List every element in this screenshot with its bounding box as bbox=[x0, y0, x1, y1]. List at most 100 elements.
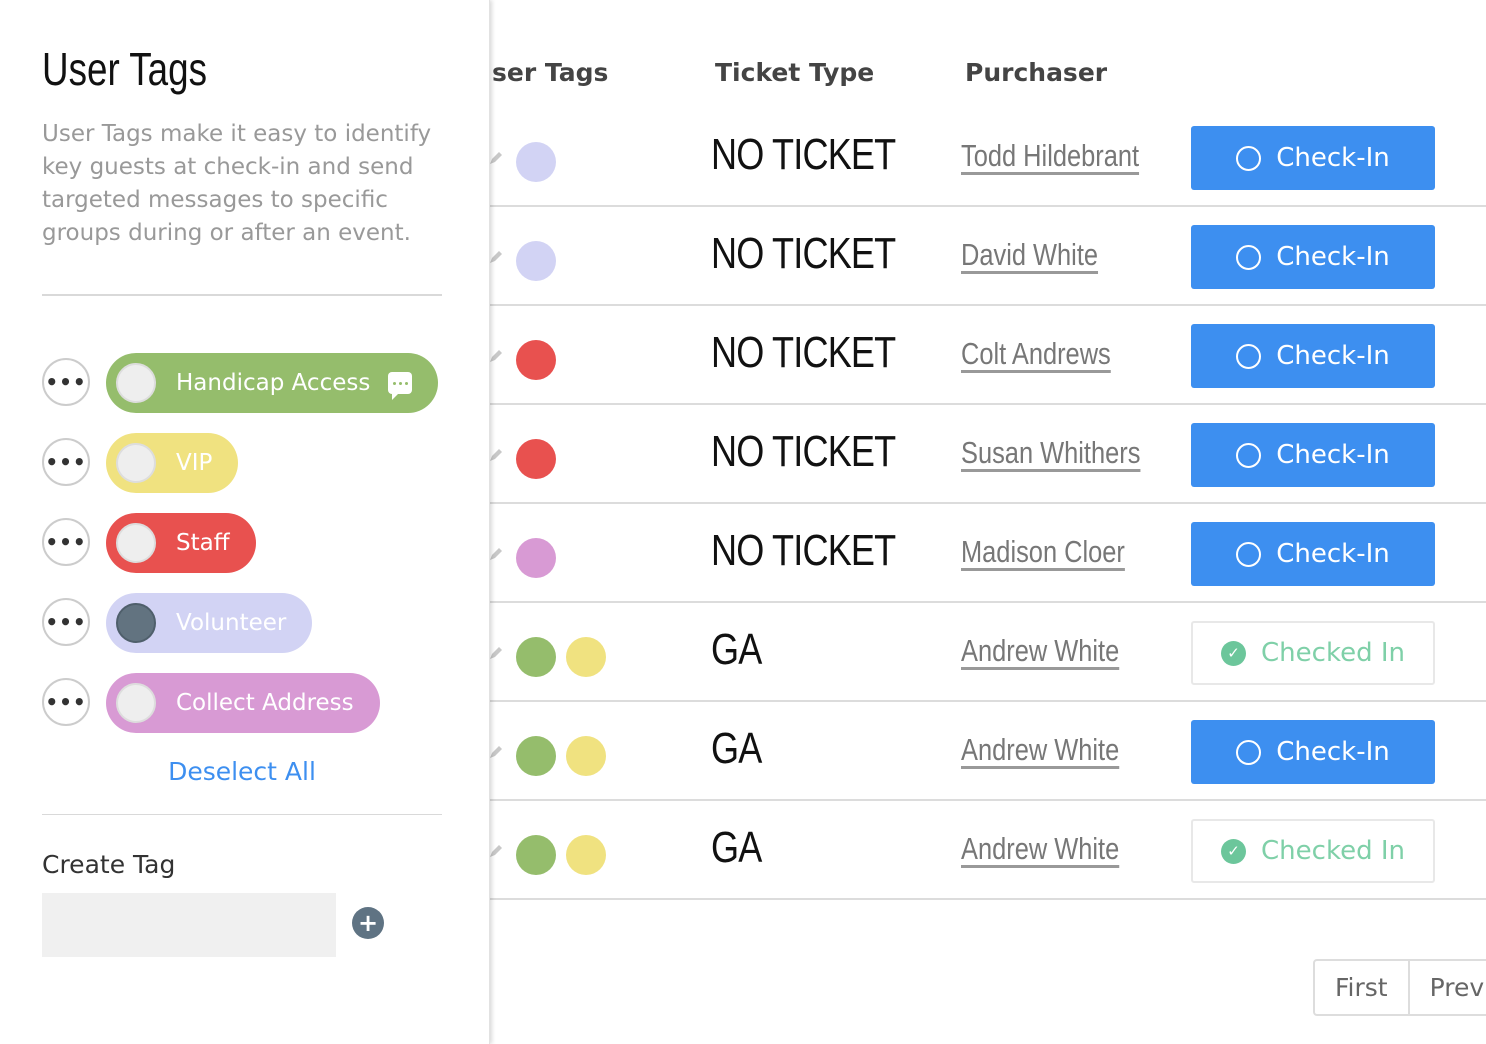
circle-icon bbox=[1236, 145, 1262, 171]
tag-toggle[interactable] bbox=[116, 443, 156, 483]
check-in-label: Check-In bbox=[1276, 143, 1390, 173]
ticket-type: NO TICKET bbox=[711, 328, 896, 377]
previous-page-button[interactable]: Previ bbox=[1410, 961, 1486, 1014]
table-row: NO TICKET Colt Andrews Check-In bbox=[470, 306, 1486, 405]
message-icon[interactable] bbox=[388, 372, 413, 400]
check-in-button[interactable]: Check-In bbox=[1191, 720, 1435, 784]
tag-dot bbox=[516, 241, 556, 281]
user-tags-panel: User Tags User Tags make it easy to iden… bbox=[0, 0, 490, 1044]
check-in-label: Check-In bbox=[1276, 539, 1390, 569]
tag-label: Handicap Access bbox=[176, 370, 371, 396]
pencil-icon[interactable] bbox=[488, 645, 504, 661]
ticket-type: GA bbox=[711, 823, 762, 872]
circle-icon bbox=[1236, 343, 1262, 369]
table-row: NO TICKET Susan Whithers Check-In bbox=[470, 405, 1486, 504]
tag-label: VIP bbox=[176, 450, 213, 476]
table-row: NO TICKET David White Check-In bbox=[470, 207, 1486, 306]
tag-dot bbox=[566, 736, 606, 776]
pencil-icon[interactable] bbox=[488, 150, 504, 166]
pencil-icon[interactable] bbox=[488, 447, 504, 463]
purchaser-link[interactable]: Andrew White bbox=[961, 831, 1119, 867]
tag-toggle[interactable] bbox=[116, 523, 156, 563]
ticket-type: NO TICKET bbox=[711, 427, 896, 476]
tag-label: Collect Address bbox=[176, 690, 354, 716]
tag-pill[interactable]: Collect Address bbox=[106, 673, 380, 733]
panel-description: User Tags make it easy to identify key g… bbox=[42, 121, 432, 246]
check-in-label: Check-In bbox=[1276, 737, 1390, 767]
pagination: First Previ bbox=[1313, 959, 1486, 1016]
tag-label: Volunteer bbox=[176, 610, 287, 636]
tag-dot bbox=[566, 835, 606, 875]
ticket-type: NO TICKET bbox=[711, 229, 896, 278]
check-in-button[interactable]: Check-In bbox=[1191, 324, 1435, 388]
column-header-user-tags[interactable]: ser Tags bbox=[492, 58, 608, 87]
purchaser-link[interactable]: Susan Whithers bbox=[961, 435, 1140, 471]
check-in-label: Check-In bbox=[1276, 341, 1390, 371]
pencil-icon[interactable] bbox=[488, 744, 504, 760]
plus-icon[interactable]: + bbox=[352, 907, 384, 939]
ticket-type: GA bbox=[711, 724, 762, 773]
tag-label: Staff bbox=[176, 530, 230, 556]
panel-title: User Tags bbox=[42, 43, 207, 95]
tag-pill[interactable]: VIP bbox=[106, 433, 239, 493]
tag-dot bbox=[516, 142, 556, 182]
tag-toggle[interactable] bbox=[116, 603, 156, 643]
circle-icon bbox=[1236, 739, 1262, 765]
table-row: NO TICKET Madison Cloer Check-In bbox=[470, 504, 1486, 603]
first-page-button[interactable]: First bbox=[1315, 961, 1410, 1014]
more-options-icon[interactable]: ••• bbox=[42, 678, 90, 726]
tag-toggle[interactable] bbox=[116, 363, 156, 403]
more-options-icon[interactable]: ••• bbox=[42, 598, 90, 646]
tag-pill[interactable]: Volunteer bbox=[106, 593, 313, 653]
pencil-icon[interactable] bbox=[488, 546, 504, 562]
check-in-button[interactable]: Check-In bbox=[1191, 126, 1435, 190]
tag-dot bbox=[516, 637, 556, 677]
divider bbox=[42, 294, 442, 296]
tag-toggle[interactable] bbox=[116, 683, 156, 723]
purchaser-link[interactable]: Madison Cloer bbox=[961, 534, 1125, 570]
pencil-icon[interactable] bbox=[488, 249, 504, 265]
column-header-purchaser[interactable]: Purchaser bbox=[965, 58, 1107, 87]
purchaser-link[interactable]: Andrew White bbox=[961, 633, 1119, 669]
check-circle-icon: ✓ bbox=[1221, 838, 1247, 864]
ticket-type: NO TICKET bbox=[711, 526, 896, 575]
create-tag-label: Create Tag bbox=[42, 850, 176, 879]
purchaser-link[interactable]: Todd Hildebrant bbox=[961, 138, 1139, 174]
circle-icon bbox=[1236, 244, 1262, 270]
tag-dot bbox=[516, 736, 556, 776]
check-in-label: Check-In bbox=[1276, 440, 1390, 470]
check-in-button[interactable]: Check-In bbox=[1191, 423, 1435, 487]
tag-dot bbox=[516, 340, 556, 380]
purchaser-link[interactable]: Andrew White bbox=[961, 732, 1119, 768]
more-options-icon[interactable]: ••• bbox=[42, 358, 90, 406]
check-in-label: Check-In bbox=[1276, 242, 1390, 272]
column-header-ticket-type[interactable]: Ticket Type bbox=[715, 58, 874, 87]
deselect-all-link[interactable]: Deselect All bbox=[42, 757, 442, 786]
purchaser-link[interactable]: Colt Andrews bbox=[961, 336, 1111, 372]
pencil-icon[interactable] bbox=[488, 843, 504, 859]
more-options-icon[interactable]: ••• bbox=[42, 438, 90, 486]
table-row: GA Andrew White ✓ Checked In bbox=[470, 801, 1486, 900]
circle-icon bbox=[1236, 442, 1262, 468]
check-circle-icon: ✓ bbox=[1221, 640, 1247, 666]
purchaser-link[interactable]: David White bbox=[961, 237, 1098, 273]
table-row: NO TICKET Todd Hildebrant Check-In bbox=[470, 108, 1486, 207]
pencil-icon[interactable] bbox=[488, 348, 504, 364]
ticket-type: GA bbox=[711, 625, 762, 674]
tag-dot bbox=[516, 835, 556, 875]
checked-in-button[interactable]: ✓ Checked In bbox=[1191, 819, 1435, 883]
more-options-icon[interactable]: ••• bbox=[42, 518, 90, 566]
tag-dot bbox=[516, 439, 556, 479]
tag-pill[interactable]: Staff bbox=[106, 513, 256, 573]
checked-in-label: Checked In bbox=[1261, 836, 1405, 866]
circle-icon bbox=[1236, 541, 1262, 567]
table-row: GA Andrew White Check-In bbox=[470, 702, 1486, 801]
ticket-type: NO TICKET bbox=[711, 130, 896, 179]
check-in-button[interactable]: Check-In bbox=[1191, 522, 1435, 586]
tag-dot bbox=[566, 637, 606, 677]
tag-pill[interactable]: Handicap Access bbox=[106, 353, 439, 413]
checked-in-button[interactable]: ✓ Checked In bbox=[1191, 621, 1435, 685]
checked-in-label: Checked In bbox=[1261, 638, 1405, 668]
create-tag-input[interactable] bbox=[42, 893, 336, 957]
check-in-button[interactable]: Check-In bbox=[1191, 225, 1435, 289]
